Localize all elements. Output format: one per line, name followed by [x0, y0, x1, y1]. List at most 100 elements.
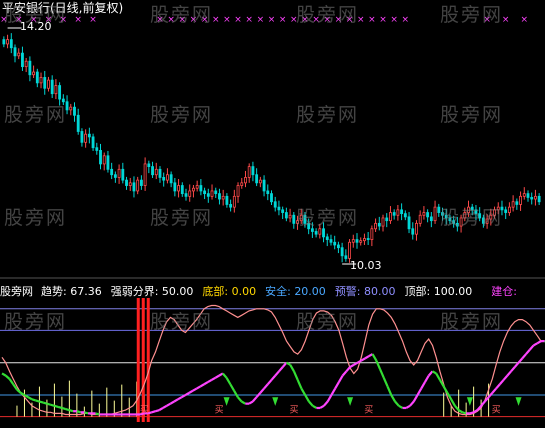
candle-body	[44, 77, 46, 88]
candle-body	[222, 196, 224, 199]
watermark: 股旁网	[150, 100, 213, 127]
top-signal-marker: ×	[390, 15, 398, 25]
buy-signal-bar	[137, 298, 140, 422]
legend-value: 67.36	[70, 285, 102, 298]
candle-body	[397, 210, 399, 215]
build-line-segment	[313, 406, 317, 408]
candle-body	[159, 169, 161, 177]
candle-body	[3, 40, 5, 44]
candle-body	[40, 77, 42, 82]
candle-body	[330, 240, 332, 243]
build-line-segment	[257, 393, 261, 397]
build-line-segment	[178, 397, 182, 399]
candle-body	[237, 186, 239, 197]
candle-body	[419, 215, 421, 223]
buy-signal-text: 买	[140, 404, 149, 415]
build-line-segment	[249, 402, 253, 404]
candle-body	[386, 218, 388, 221]
candle-body	[341, 248, 343, 256]
candle-body	[99, 150, 101, 164]
candle-body	[218, 194, 220, 199]
build-line-segment	[39, 402, 43, 403]
build-line-segment	[462, 412, 466, 413]
build-line-segment	[219, 373, 223, 375]
candle-body	[96, 148, 98, 151]
candle-body	[226, 196, 228, 204]
build-line-segment	[496, 384, 500, 388]
build-line-segment	[432, 371, 436, 373]
build-line-segment	[320, 406, 324, 408]
build-line-segment	[324, 402, 328, 406]
candle-body	[196, 186, 198, 189]
candle-body	[259, 180, 261, 183]
candle-body	[126, 180, 128, 185]
legend-label: 安全:	[265, 285, 294, 298]
candle-body	[36, 72, 38, 83]
legend-value: 80.00	[364, 285, 396, 298]
legend-item-build: 建仓:	[491, 285, 517, 298]
candle-body	[103, 156, 105, 164]
top-signal-marker: ×	[223, 15, 231, 25]
candle-body	[375, 223, 377, 228]
build-line-segment	[294, 371, 298, 380]
top-signal-marker: ×	[74, 15, 82, 25]
watermark: 股旁网	[150, 307, 213, 334]
build-line-segment	[425, 376, 429, 382]
build-line-segment	[500, 380, 504, 384]
build-line-segment	[301, 389, 305, 395]
build-line-segment	[197, 386, 201, 388]
build-line-segment	[429, 371, 433, 375]
candle-body	[230, 204, 232, 207]
build-line-segment	[436, 373, 440, 379]
candle-body	[92, 137, 94, 148]
watermark: 股旁网	[4, 100, 67, 127]
build-line-segment	[159, 408, 163, 410]
build-line-segment	[511, 367, 515, 371]
legend-item-warning: 预警: 80.00	[335, 285, 396, 298]
candle-body	[367, 238, 369, 239]
build-line-segment	[47, 404, 51, 405]
candle-body	[252, 167, 254, 175]
sell-arrow-icon	[347, 397, 353, 406]
candle-body	[512, 202, 514, 207]
build-line-segment	[69, 410, 73, 411]
build-line-segment	[54, 406, 58, 407]
candle-body	[200, 186, 202, 191]
build-line-segment	[66, 409, 70, 410]
watermark: 股旁网	[440, 0, 503, 27]
candle-body	[152, 167, 154, 175]
candle-body	[133, 183, 135, 191]
legend-label: 顶部:	[405, 285, 434, 298]
top-signal-marker: ×	[212, 15, 220, 25]
build-line-segment	[305, 395, 309, 401]
candle-body	[289, 215, 291, 218]
candle-body	[267, 191, 269, 194]
build-line-segment	[537, 341, 541, 343]
build-line-segment	[62, 408, 66, 409]
candle-body	[363, 238, 365, 240]
sell-arrow-icon	[224, 397, 230, 406]
build-line-segment	[223, 373, 227, 377]
build-line-segment	[391, 395, 395, 401]
candle-body	[423, 213, 425, 216]
watermark: 股旁网	[4, 203, 67, 230]
candle-body	[244, 177, 246, 182]
candle-body	[163, 177, 165, 180]
buy-signal-text: 买	[215, 404, 224, 415]
sell-arrow-icon	[467, 397, 473, 406]
candle-body	[155, 169, 157, 174]
candle-body	[315, 231, 317, 234]
candle-body	[207, 194, 209, 197]
high-price-label: 14.20	[20, 20, 52, 33]
candle-body	[166, 175, 168, 180]
candle-body	[505, 210, 507, 213]
watermark: 股旁网	[296, 307, 359, 334]
candle-body	[21, 53, 23, 67]
chart-stage: ×××××××××××××××××××××××××××××××××买买买买买 平…	[0, 0, 545, 424]
candle-body	[326, 237, 328, 240]
build-line-segment	[515, 363, 519, 367]
candle-body	[531, 197, 533, 199]
build-line-segment	[331, 389, 335, 395]
top-signal-marker: ×	[502, 15, 510, 25]
build-line-segment	[507, 371, 511, 375]
